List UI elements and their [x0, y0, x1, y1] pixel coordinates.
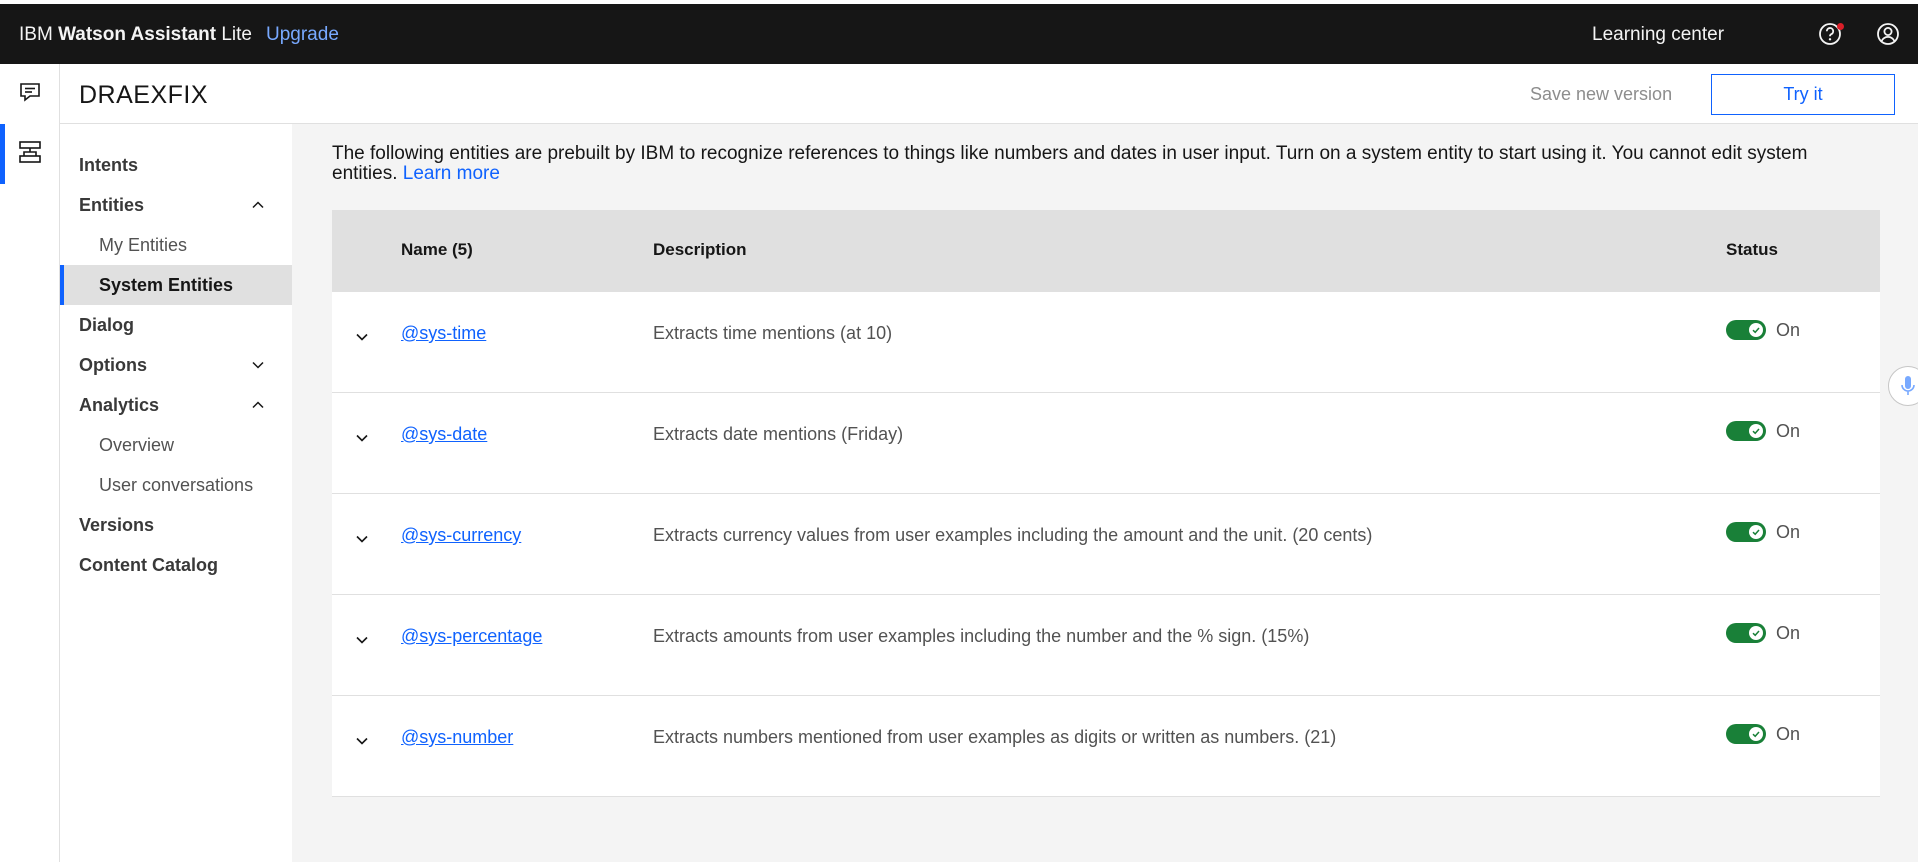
product-name: IBM Watson Assistant Lite	[19, 24, 252, 46]
checkmark-icon	[1752, 428, 1760, 435]
save-new-version-button[interactable]: Save new version	[1530, 84, 1672, 105]
nav-item-content-catalog[interactable]: Content Catalog	[60, 545, 292, 585]
skill-icon	[17, 139, 43, 170]
checkmark-icon	[1752, 327, 1760, 334]
upgrade-link[interactable]: Upgrade	[266, 24, 339, 46]
column-header-name[interactable]: Name (5)	[401, 240, 473, 260]
nav-item-my-entities[interactable]: My Entities	[60, 225, 292, 265]
nav-item-label: My Entities	[99, 234, 188, 255]
notification-dot	[1837, 23, 1844, 30]
entity-description: Extracts time mentions (at 10)	[653, 323, 893, 343]
nav-item-label: User conversations	[99, 474, 254, 495]
status-toggle[interactable]	[1726, 623, 1766, 643]
table-row: @sys-time Extracts time mentions (at 10)…	[332, 292, 1880, 393]
entity-name-link[interactable]: @sys-percentage	[401, 626, 542, 647]
checkmark-icon	[1752, 529, 1760, 536]
status-label: On	[1776, 623, 1801, 643]
microphone-icon	[1901, 376, 1915, 395]
status-toggle[interactable]	[1726, 320, 1766, 340]
left-rail	[0, 64, 60, 862]
entity-name-link[interactable]: @sys-number	[401, 727, 513, 748]
nav-item-label: Overview	[99, 434, 175, 455]
status-label: On	[1776, 724, 1801, 744]
nav-item-label: System Entities	[99, 274, 234, 295]
try-it-button[interactable]: Try it	[1711, 74, 1895, 115]
chevron-down-icon[interactable]	[353, 328, 371, 346]
brand-bold: Watson Assistant	[58, 24, 217, 45]
chevron-down-icon[interactable]	[353, 429, 371, 447]
entity-description: Extracts date mentions (Friday)	[653, 424, 904, 444]
chevron-down-icon	[252, 361, 264, 369]
column-header-description: Description	[653, 240, 747, 259]
table-header: Name (5) Description Status	[332, 210, 1880, 292]
assistants-rail-button[interactable]	[0, 64, 60, 124]
table-row: @sys-percentage Extracts amounts from us…	[332, 595, 1880, 696]
top-navigation-bar: IBM Watson Assistant Lite Upgrade Learni…	[0, 4, 1918, 64]
nav-item-system-entities[interactable]: System Entities	[60, 265, 292, 305]
nav-item-label: Versions	[79, 514, 155, 535]
chat-icon	[18, 80, 42, 109]
entity-description: Extracts numbers mentioned from user exa…	[653, 727, 1337, 747]
nav-item-versions[interactable]: Versions	[60, 505, 292, 545]
status-toggle[interactable]	[1726, 421, 1766, 441]
chevron-down-icon[interactable]	[353, 530, 371, 548]
entity-name-link[interactable]: @sys-currency	[401, 525, 521, 546]
checkmark-icon	[1752, 731, 1760, 738]
status-label: On	[1776, 522, 1801, 542]
nav-item-analytics[interactable]: Analytics	[60, 385, 292, 425]
chevron-down-icon[interactable]	[353, 732, 371, 750]
brand-prefix: IBM	[19, 24, 53, 45]
entity-name-link[interactable]: @sys-date	[401, 424, 487, 445]
entity-description: Extracts amounts from user examples incl…	[653, 626, 1310, 646]
intro-text: The following entities are prebuilt by I…	[332, 144, 1852, 184]
status-label: On	[1776, 320, 1801, 340]
skill-title: DRAEXFIX	[79, 81, 209, 109]
nav-item-label: Intents	[79, 154, 139, 175]
table-row: @sys-date Extracts date mentions (Friday…	[332, 393, 1880, 494]
nav-item-label: Entities	[79, 194, 145, 215]
status-label: On	[1776, 421, 1801, 441]
side-navigation: Intents Entities My Entities System Enti…	[60, 124, 292, 862]
skill-header: DRAEXFIX Save new version Try it	[60, 64, 1918, 124]
nav-item-label: Options	[79, 354, 147, 375]
nav-item-label: Content Catalog	[79, 554, 218, 575]
nav-item-options[interactable]: Options	[60, 345, 292, 385]
chevron-down-icon[interactable]	[353, 631, 371, 649]
checkmark-icon	[1752, 630, 1760, 637]
chevron-up-icon	[252, 401, 264, 409]
status-toggle[interactable]	[1726, 724, 1766, 744]
skills-rail-button[interactable]	[0, 124, 60, 184]
entity-name-link[interactable]: @sys-time	[401, 323, 486, 344]
nav-item-overview[interactable]: Overview	[60, 425, 292, 465]
learning-center-link[interactable]: Learning center	[1592, 24, 1724, 46]
table-row: @sys-number Extracts numbers mentioned f…	[332, 696, 1880, 797]
entity-description: Extracts currency values from user examp…	[653, 525, 1373, 545]
nav-item-label: Dialog	[79, 314, 135, 335]
column-header-status: Status	[1726, 240, 1778, 259]
chevron-up-icon	[252, 201, 264, 209]
nav-item-entities[interactable]: Entities	[60, 185, 292, 225]
learn-more-link[interactable]: Learn more	[403, 163, 500, 184]
user-avatar-icon[interactable]	[1874, 20, 1902, 48]
main-content: The following entities are prebuilt by I…	[292, 124, 1918, 862]
nav-item-label: Analytics	[79, 394, 160, 415]
nav-item-intents[interactable]: Intents	[60, 145, 292, 185]
table-row: @sys-currency Extracts currency values f…	[332, 494, 1880, 595]
brand-suffix: Lite	[221, 24, 252, 45]
nav-item-dialog[interactable]: Dialog	[60, 305, 292, 345]
intro-description: The following entities are prebuilt by I…	[332, 143, 1808, 184]
system-entities-table: Name (5) Description Status @sys-time Ex…	[332, 210, 1880, 797]
status-toggle[interactable]	[1726, 522, 1766, 542]
nav-item-user-conversations[interactable]: User conversations	[60, 465, 292, 505]
